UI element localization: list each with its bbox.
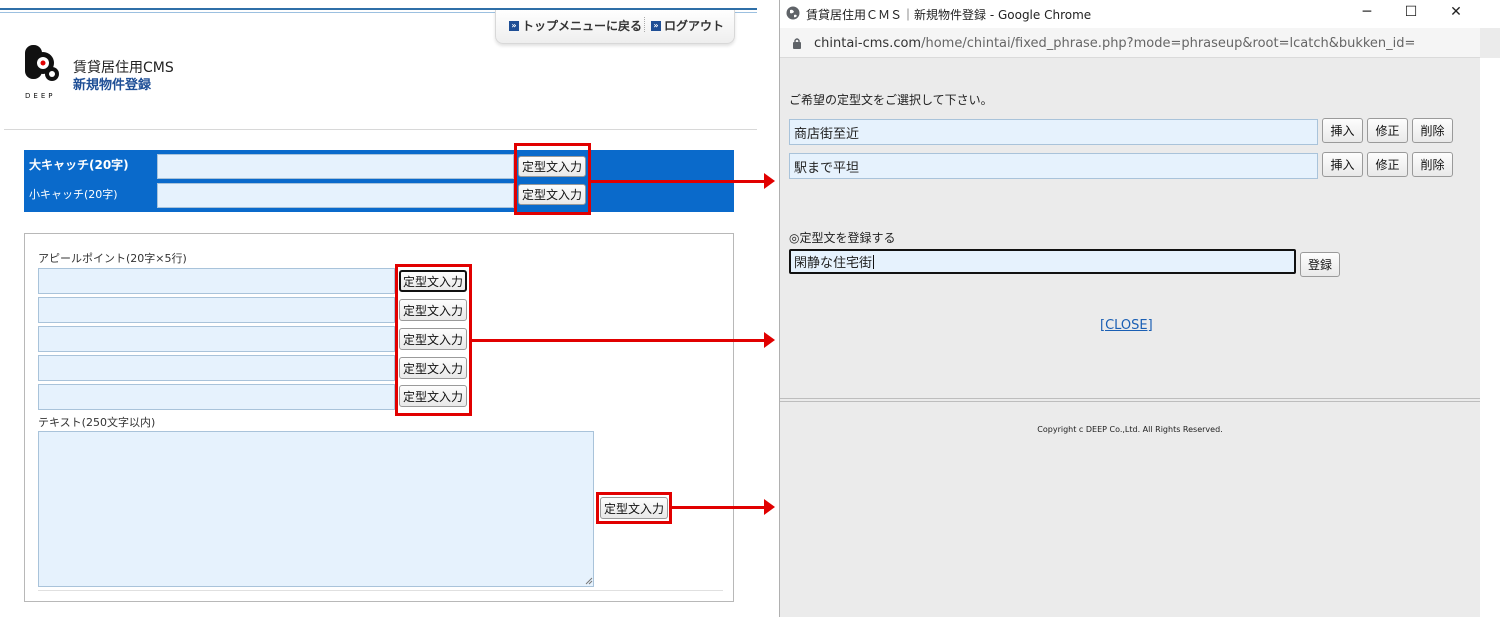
- small-catch-label: 小キャッチ(20字): [29, 188, 118, 201]
- page-title: 新規物件登録: [73, 78, 152, 93]
- highlight-box-text: [596, 492, 672, 524]
- big-catch-label: 大キャッチ(20字): [29, 158, 129, 172]
- popup-content: [780, 58, 1480, 398]
- window-edge: [1480, 58, 1500, 617]
- highlight-box-catch: [514, 143, 591, 215]
- maximize-icon[interactable]: ☐: [1401, 4, 1421, 20]
- arrow-head-icon: [764, 499, 775, 515]
- big-catch-input[interactable]: [157, 154, 514, 179]
- appeal-input-2[interactable]: [38, 297, 395, 323]
- delete-button-2[interactable]: 削除: [1412, 152, 1453, 177]
- arrow-line-catch: [591, 180, 766, 183]
- divider: [4, 129, 757, 130]
- url-path: /home/chintai/fixed_phrase.php?mode=phra…: [921, 36, 1416, 51]
- top-menu-link[interactable]: » トップメニューに戻る: [509, 17, 642, 34]
- top-menu-label: トップメニューに戻る: [522, 19, 643, 33]
- arrow-head-icon: [764, 332, 775, 348]
- resize-grip-icon[interactable]: [585, 577, 593, 585]
- arrow-line-text: [672, 506, 766, 509]
- appeal-input-3[interactable]: [38, 326, 395, 352]
- close-window-icon[interactable]: ✕: [1446, 4, 1466, 20]
- text-label: テキスト(250文字以内): [38, 416, 156, 429]
- insert-button-2[interactable]: 挿入: [1322, 152, 1363, 177]
- edit-button-1[interactable]: 修正: [1367, 118, 1408, 143]
- divider: [780, 401, 1480, 402]
- edit-button-2[interactable]: 修正: [1367, 152, 1408, 177]
- minimize-icon[interactable]: ─: [1357, 4, 1377, 20]
- register-phrase-value: 閑静な住宅街: [794, 256, 873, 271]
- register-button[interactable]: 登録: [1300, 252, 1340, 277]
- divider: [38, 590, 723, 591]
- url-host: chintai-cms.com: [814, 36, 922, 51]
- window-title: 賃貸居住用ＣＭＳ｜新規物件登録 - Google Chrome: [806, 8, 1092, 22]
- instruction-text: ご希望の定型文をご選択して下さい。: [789, 93, 993, 107]
- appeal-input-4[interactable]: [38, 355, 395, 381]
- double-chevron-icon: »: [509, 20, 519, 31]
- text-textarea[interactable]: [38, 431, 594, 587]
- phrase-field-2[interactable]: 駅まで平坦: [789, 153, 1318, 179]
- delete-button-1[interactable]: 削除: [1412, 118, 1453, 143]
- highlight-box-appeal: [395, 264, 472, 416]
- deep-logo: DEEP: [25, 45, 59, 100]
- arrow-line-appeal: [472, 339, 766, 342]
- logout-link[interactable]: » ログアウト: [651, 17, 724, 34]
- logout-label: ログアウト: [664, 19, 725, 33]
- phrase-field-1[interactable]: 商店街至近: [789, 119, 1318, 145]
- globe-icon: [786, 6, 800, 20]
- appeal-input-5[interactable]: [38, 384, 395, 410]
- menu-separator: [644, 17, 645, 32]
- logo-wordmark: DEEP: [25, 92, 55, 100]
- text-caret: [873, 254, 875, 269]
- double-chevron-icon: »: [651, 20, 661, 31]
- appeal-label: アピールポイント(20字×5行): [38, 252, 187, 265]
- arrow-head-icon: [764, 173, 775, 189]
- url-text: chintai-cms.com/home/chintai/fixed_phras…: [814, 36, 1415, 51]
- insert-button-1[interactable]: 挿入: [1322, 118, 1363, 143]
- lock-icon: [793, 38, 801, 49]
- appeal-input-1[interactable]: [38, 268, 395, 294]
- copyright-text: Copyright c DEEP Co.,Ltd. All Rights Res…: [1037, 425, 1223, 434]
- divider: [780, 398, 1480, 399]
- register-phrase-input[interactable]: 閑静な住宅街: [789, 249, 1296, 274]
- small-catch-input[interactable]: [157, 183, 514, 208]
- close-link[interactable]: [CLOSE]: [1100, 318, 1153, 333]
- register-heading: ◎定型文を登録する: [789, 231, 896, 245]
- popup-footer: [780, 403, 1480, 617]
